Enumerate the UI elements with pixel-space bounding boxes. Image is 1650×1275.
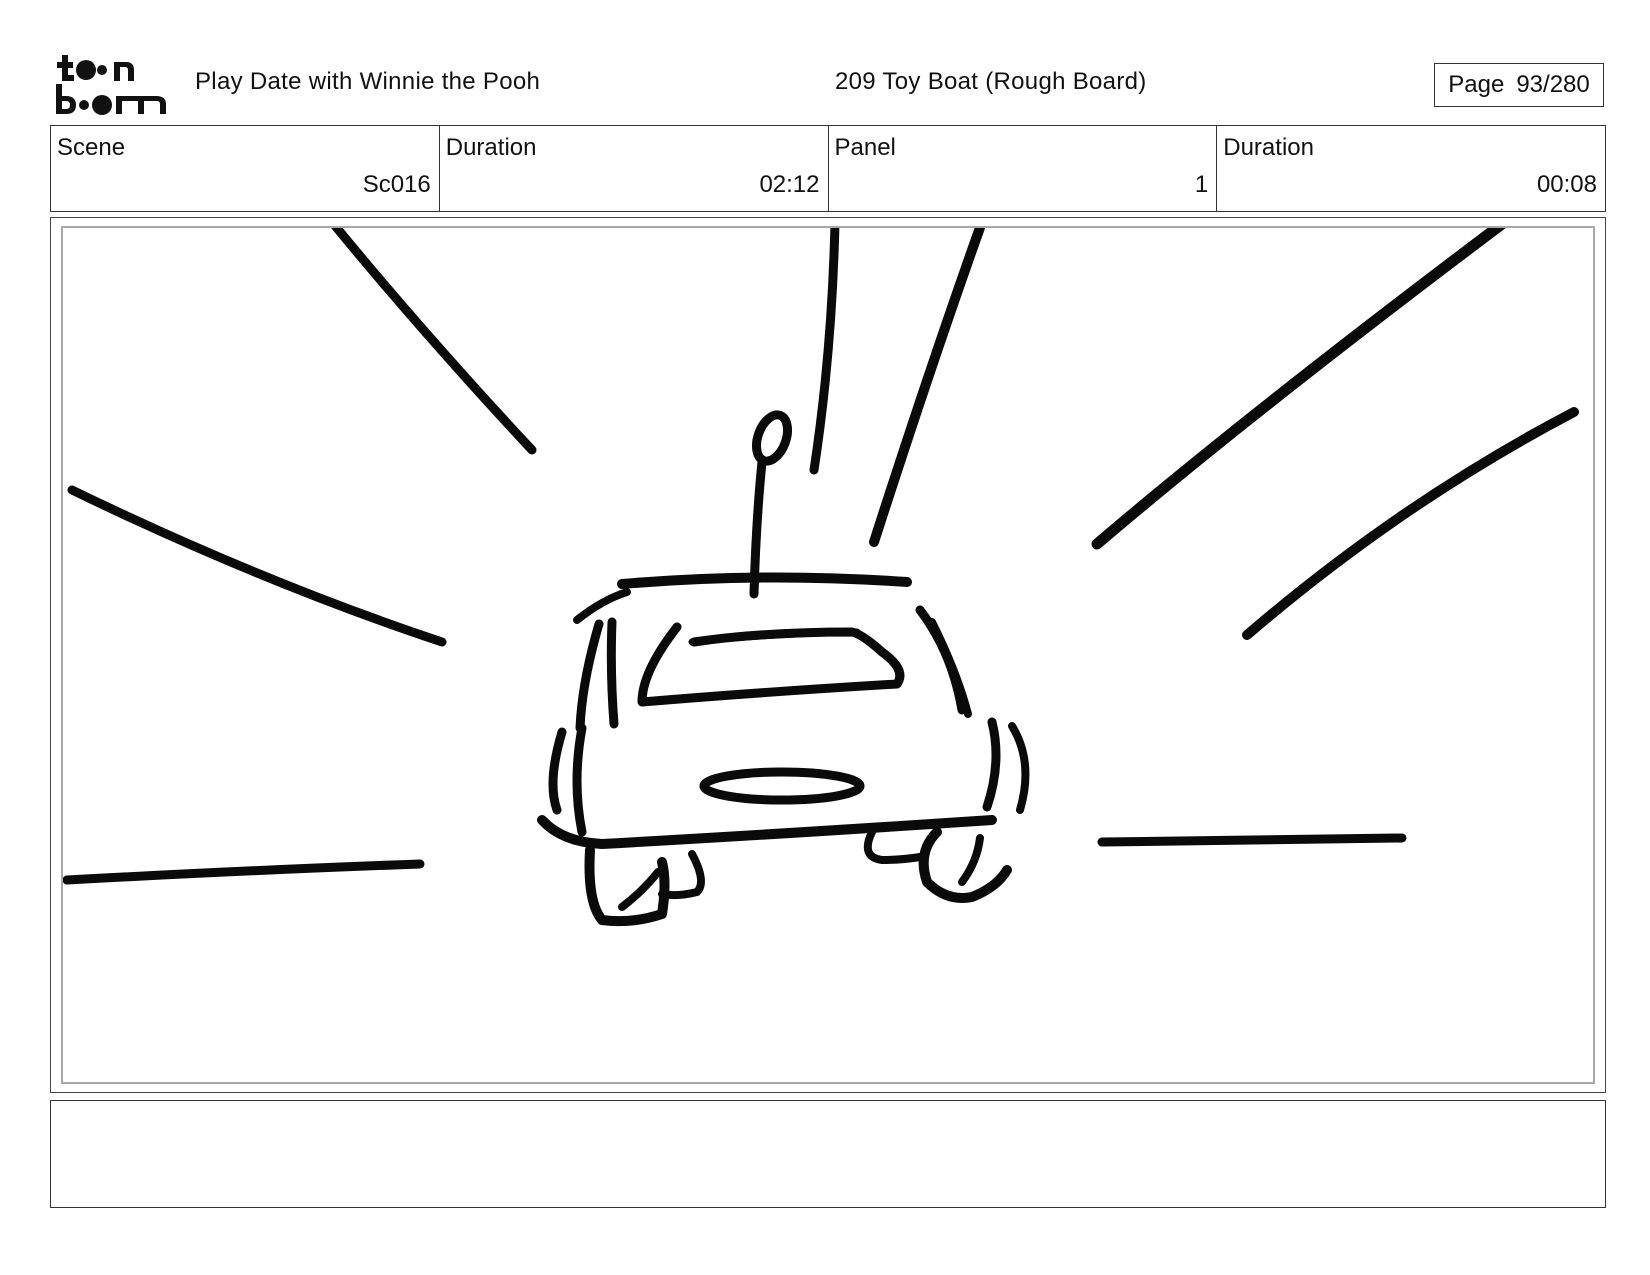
page-indicator: Page 93/280: [1434, 63, 1604, 107]
sketch-drawing: [63, 228, 1579, 927]
car-roof: [617, 572, 912, 589]
speed-line: [1242, 407, 1579, 640]
car-roof-left: [573, 588, 631, 624]
scene-label: Scene: [57, 134, 126, 161]
car-right-lower-2: [1008, 722, 1030, 814]
panel-duration-label: Duration: [1223, 134, 1314, 161]
panel-duration-cell: Duration 00:08: [1217, 126, 1605, 211]
speed-line: [1091, 228, 1506, 550]
speed-line: [67, 485, 447, 647]
speed-line: [331, 228, 537, 455]
rear-window-inner: [688, 628, 861, 646]
panel-cell: Panel 1: [829, 126, 1218, 211]
car-body-left: [572, 723, 587, 837]
license-plate: [699, 767, 865, 805]
panel-label: Panel: [834, 134, 896, 161]
project-title: Play Date with Winnie the Pooh: [195, 68, 541, 95]
car-left-side: [575, 619, 604, 733]
scene-duration-value: 02:12: [759, 171, 820, 198]
left-wheel: [584, 845, 670, 927]
panel-value: 1: [1194, 171, 1209, 198]
speed-line: [1097, 833, 1407, 847]
antenna-ball: [751, 410, 793, 466]
scene-cell: Scene Sc016: [51, 126, 440, 211]
left-wheel-detail: [618, 868, 662, 911]
page-label: Page: [1448, 71, 1505, 98]
right-wheel-detail: [958, 834, 984, 886]
car-left-side-2: [606, 617, 619, 729]
car-right-lower: [982, 717, 1001, 812]
right-wheel: [918, 827, 1012, 903]
speed-line: [63, 859, 425, 885]
speed-line: [869, 228, 986, 547]
car-right-side: [915, 605, 967, 715]
scene-duration-cell: Duration 02:12: [440, 126, 829, 211]
toon-boom-logo: [52, 52, 172, 118]
speed-line: [809, 228, 840, 475]
panel-duration-value: 00:08: [1536, 171, 1597, 198]
right-wheel-tread: [863, 828, 924, 864]
scene-duration-label: Duration: [445, 134, 537, 161]
car-lower-left: [548, 727, 567, 815]
page-number: 93/280: [1516, 71, 1590, 98]
episode-title: 209 Toy Boat (Rough Board): [835, 68, 1147, 95]
scene-value: Sc016: [362, 171, 431, 198]
car-right-side-2: [928, 618, 972, 718]
scene-info-table: Scene Sc016 Duration 02:12 Panel 1 Durat…: [50, 125, 1606, 212]
panel-notes-box: [50, 1100, 1606, 1208]
panel-drawing-area: [61, 226, 1595, 1084]
